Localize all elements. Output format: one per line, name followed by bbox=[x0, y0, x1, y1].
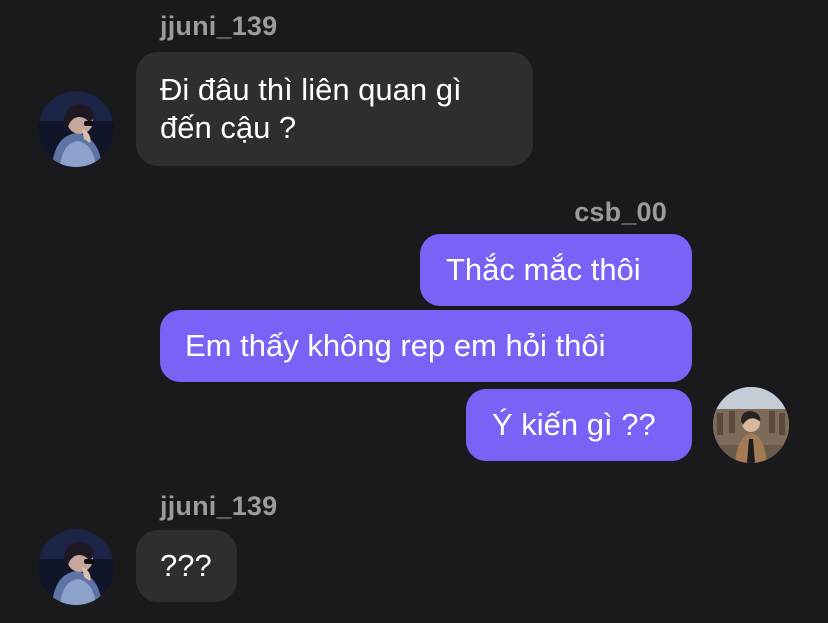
message-bubble-outgoing[interactable]: Thắc mắc thôi bbox=[420, 234, 692, 306]
profile-photo-icon bbox=[713, 387, 789, 463]
sender-username[interactable]: csb_00 bbox=[574, 196, 667, 228]
sender-username[interactable]: jjuni_139 bbox=[160, 10, 277, 42]
message-bubble-incoming[interactable]: ??? bbox=[136, 530, 237, 602]
message-text-line: Đi đâu thì liên quan gì bbox=[160, 72, 462, 107]
message-bubble-incoming[interactable]: Đi đâu thì liên quan gì đến cậu ? bbox=[136, 52, 533, 166]
message-text-line: đến cậu ? bbox=[160, 110, 297, 145]
avatar-csb-00[interactable] bbox=[713, 387, 789, 463]
profile-photo-icon bbox=[38, 91, 114, 167]
sender-username[interactable]: jjuni_139 bbox=[160, 490, 277, 522]
avatar-jjuni-139[interactable] bbox=[38, 91, 114, 167]
profile-photo-icon bbox=[38, 529, 114, 605]
message-bubble-outgoing[interactable]: Ý kiến gì ?? bbox=[466, 389, 692, 461]
avatar-jjuni-139[interactable] bbox=[38, 529, 114, 605]
message-bubble-outgoing[interactable]: Em thấy không rep em hỏi thôi bbox=[160, 310, 692, 382]
